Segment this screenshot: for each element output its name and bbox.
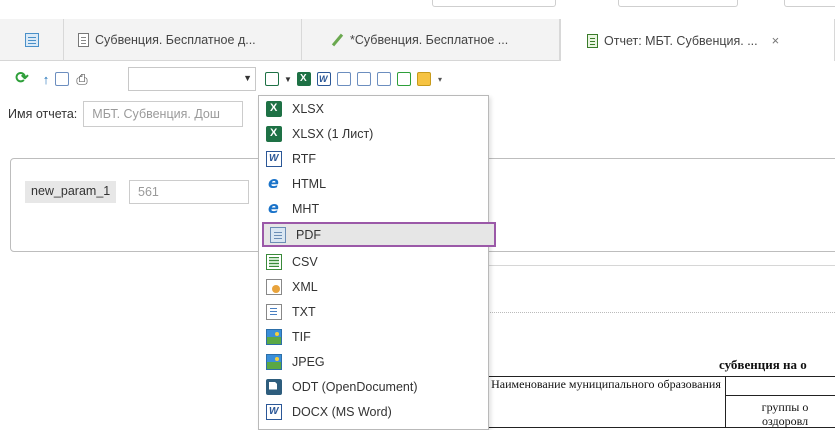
tab-label: *Субвенция. Бесплатное ... xyxy=(350,33,509,47)
menu-item-mht[interactable]: MHT xyxy=(260,196,488,221)
report-icon xyxy=(587,33,598,48)
export-menu: XLSX XLSX (1 Лист) RTF HTML MHT PDF CSV … xyxy=(258,95,496,430)
arrow-up-icon[interactable]: ↑ xyxy=(38,71,54,87)
report-name-input[interactable]: МБТ. Субвенция. Дош xyxy=(83,101,244,127)
top-field-1 xyxy=(432,0,556,7)
image-export-icon[interactable] xyxy=(376,71,392,87)
ie-icon xyxy=(266,173,282,192)
copy-icon[interactable] xyxy=(54,71,70,87)
param-label: new_param_1 xyxy=(25,181,117,203)
menu-item-xlsx[interactable]: XLSX xyxy=(260,96,488,121)
settings-icon[interactable] xyxy=(396,71,412,87)
rtf-icon xyxy=(266,150,282,167)
report-heading: субвенция на о xyxy=(719,357,807,372)
report-name-label: Имя отчета: xyxy=(8,107,78,121)
refresh-icon[interactable]: ⟳ xyxy=(14,70,30,87)
chevron-down-icon: ▼ xyxy=(243,73,252,83)
xlsx-icon xyxy=(266,100,282,117)
menu-item-csv[interactable]: CSV xyxy=(260,249,488,274)
close-icon[interactable]: × xyxy=(772,33,780,48)
menu-item-xlsx-one-sheet[interactable]: XLSX (1 Лист) xyxy=(260,121,488,146)
top-field-3 xyxy=(784,0,835,7)
image-icon xyxy=(266,353,282,370)
txt-icon xyxy=(266,303,282,320)
pencil-icon xyxy=(330,33,344,47)
report-col2: группы о оздоровл xyxy=(725,376,835,428)
tab-bar: Субвенция. Бесплатное д... *Субвенция. Б… xyxy=(0,19,835,62)
xml-icon xyxy=(266,278,282,295)
param-input[interactable]: 561 xyxy=(129,180,249,204)
menu-item-jpeg[interactable]: JPEG xyxy=(260,349,488,374)
menu-item-docx[interactable]: DOCX (MS Word) xyxy=(260,399,488,424)
report-name-row: Имя отчета: МБТ. Субвенция. Дош xyxy=(8,101,244,127)
tab-label: Отчет: МБТ. Субвенция. ... xyxy=(604,33,758,48)
top-field-2 xyxy=(618,0,738,7)
document-icon xyxy=(78,33,89,47)
top-strip xyxy=(0,0,835,8)
tab-report[interactable]: Отчет: МБТ. Субвенция. ... × xyxy=(560,19,835,62)
tab-label: Субвенция. Бесплатное д... xyxy=(95,33,256,47)
image-icon xyxy=(266,328,282,345)
print-icon[interactable]: ⎙ xyxy=(74,71,90,87)
export-dropdown-arrow-icon[interactable]: ▼ xyxy=(280,71,296,87)
word-icon[interactable] xyxy=(316,71,332,87)
export-icon[interactable] xyxy=(264,71,280,87)
tab-home[interactable] xyxy=(0,19,64,61)
csv-icon xyxy=(266,253,282,270)
menu-item-xml[interactable]: XML xyxy=(260,274,488,299)
menu-item-txt[interactable]: TXT xyxy=(260,299,488,324)
more-icon[interactable]: ▾ xyxy=(432,71,448,87)
ie-icon xyxy=(266,198,282,217)
excel-icon[interactable] xyxy=(296,71,312,87)
toolbar-select[interactable]: ▼ xyxy=(128,67,256,91)
tab-subvention-edit[interactable]: *Субвенция. Бесплатное ... xyxy=(302,19,560,61)
xlsx-icon xyxy=(266,125,282,142)
odt-icon xyxy=(266,378,282,395)
menu-item-html[interactable]: HTML xyxy=(260,171,488,196)
menu-item-tif[interactable]: TIF xyxy=(260,324,488,349)
report-col1-header: Наименование муниципального образования xyxy=(491,377,721,391)
tab-subvention-1[interactable]: Субвенция. Бесплатное д... xyxy=(64,19,302,61)
book-icon[interactable] xyxy=(416,71,432,87)
export-page-icon[interactable] xyxy=(336,71,352,87)
pdf-icon xyxy=(270,226,286,243)
docx-icon xyxy=(266,403,282,420)
menu-item-rtf[interactable]: RTF xyxy=(260,146,488,171)
menu-item-odt[interactable]: ODT (OpenDocument) xyxy=(260,374,488,399)
menu-item-pdf[interactable]: PDF xyxy=(262,222,496,247)
toolbar: ⟳ ↑ ⎙ ▼ ▼ ▾ xyxy=(0,61,835,95)
grid-icon xyxy=(24,33,39,47)
export-pages-icon[interactable] xyxy=(356,71,372,87)
divider xyxy=(486,265,835,266)
report-col1: Наименование муниципального образования xyxy=(486,376,726,428)
dotted-divider xyxy=(486,312,835,313)
